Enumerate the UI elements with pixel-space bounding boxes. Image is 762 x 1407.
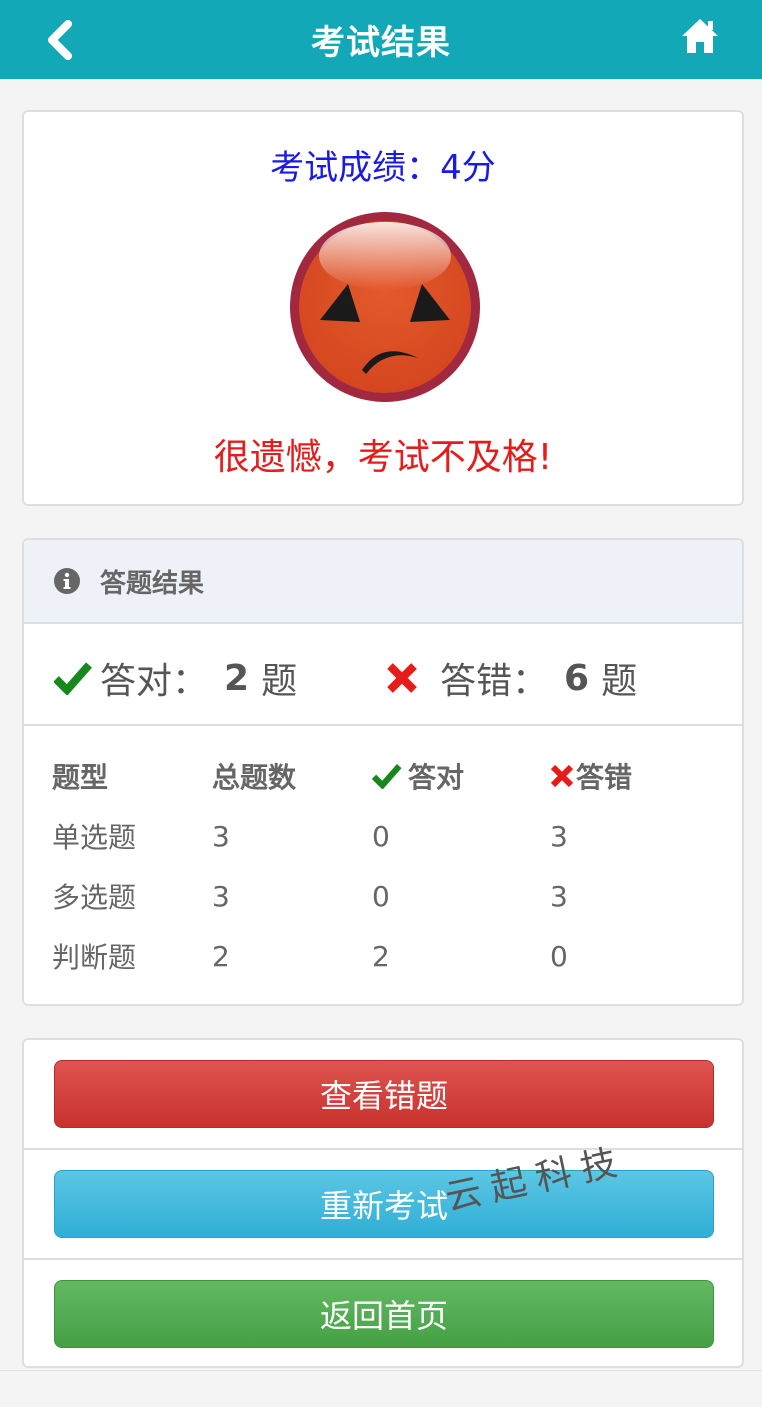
view-wrong-button[interactable]: 查看错题 — [54, 1060, 714, 1128]
action-row: 重新考试 — [24, 1150, 742, 1260]
col-header-correct-label: 答对 — [408, 761, 465, 794]
exam-score: 考试成绩：4分 — [270, 148, 496, 188]
actions-card: 查看错题 重新考试 返回首页 — [22, 1038, 744, 1368]
fail-message: 很遗憾，考试不及格! — [213, 437, 553, 478]
cross-icon — [550, 764, 574, 788]
action-row: 查看错题 — [24, 1040, 742, 1150]
table-cell: 0 — [372, 819, 390, 853]
table-cell: 0 — [372, 879, 390, 913]
answer-result-heading: 答题结果 — [100, 568, 205, 599]
return-home-button[interactable]: 返回首页 — [54, 1280, 714, 1348]
action-row: 返回首页 — [24, 1260, 742, 1366]
table-row: 单选题 3 0 3 — [52, 806, 690, 866]
page-title: 考试结果 — [311, 23, 451, 63]
table-cell: 2 — [212, 939, 230, 973]
wrong-count: 6 — [564, 657, 590, 699]
footer-divider — [0, 1370, 762, 1371]
correct-count: 2 — [224, 657, 250, 699]
check-icon — [372, 764, 402, 789]
table-header-row: 题型 总题数 答对 答错 — [52, 746, 690, 806]
table-cell: 多选题 — [52, 881, 137, 914]
app-header: 考试结果 — [0, 0, 762, 79]
question-type-table: 题型 总题数 答对 答错 单选题 3 0 3 多选题 3 0 3 判断题 2 2… — [52, 746, 690, 986]
table-cell: 3 — [212, 879, 230, 913]
table-cell: 3 — [550, 879, 568, 913]
cross-icon — [387, 663, 417, 693]
check-icon — [54, 662, 92, 695]
retake-exam-button[interactable]: 重新考试 — [54, 1170, 714, 1238]
correct-label: 答对： — [100, 661, 209, 702]
col-header-total: 总题数 — [212, 761, 297, 794]
wrong-label: 答错： — [440, 661, 549, 702]
correct-summary: 答对： 2 题 — [54, 652, 297, 704]
table-row: 判断题 2 2 0 — [52, 926, 690, 986]
sad-face-icon — [290, 212, 480, 402]
table-cell: 3 — [212, 819, 230, 853]
table-cell: 单选题 — [52, 821, 137, 854]
col-header-wrong-label: 答错 — [576, 761, 633, 794]
table-cell: 2 — [372, 939, 390, 973]
score-card: 考试成绩：4分 很遗憾，考试不及格! — [22, 110, 744, 506]
table-cell: 3 — [550, 819, 568, 853]
table-row: 多选题 3 0 3 — [52, 866, 690, 926]
answer-summary: 答对： 2 题 答错： 6 题 — [24, 624, 742, 726]
info-icon — [54, 568, 80, 594]
chevron-left-icon[interactable] — [42, 20, 78, 60]
home-icon[interactable] — [680, 16, 720, 56]
answer-result-header: 答题结果 — [24, 540, 742, 624]
table-cell: 判断题 — [52, 941, 137, 974]
wrong-summary: 答错： 6 题 — [386, 652, 637, 704]
correct-unit: 题 — [261, 661, 298, 702]
table-cell: 0 — [550, 939, 568, 973]
col-header-correct: 答对 — [372, 746, 550, 806]
col-header-wrong: 答错 — [550, 746, 690, 806]
col-header-type: 题型 — [52, 761, 109, 794]
wrong-unit: 题 — [601, 661, 638, 702]
